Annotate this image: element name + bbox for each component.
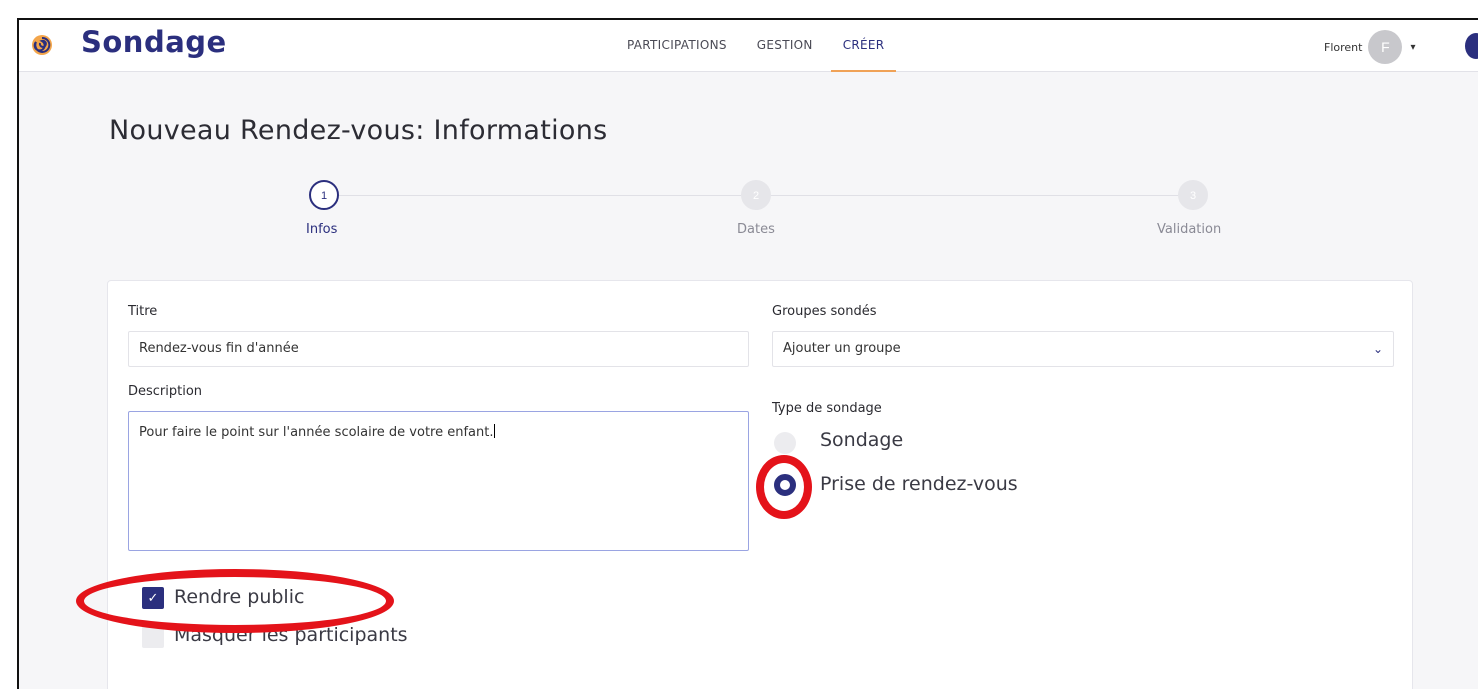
nav-participations[interactable]: PARTICIPATIONS — [615, 20, 739, 72]
rendre-public-checkbox[interactable]: ✓ — [142, 587, 164, 609]
step-1-circle[interactable]: 1 — [309, 180, 339, 210]
avatar: F — [1368, 30, 1403, 64]
radio-sondage-label[interactable]: Sondage — [820, 429, 903, 451]
brand-name[interactable]: Sondage — [81, 25, 227, 59]
chevron-down-icon: ⌄ — [1372, 342, 1383, 356]
step-2-label: Dates — [737, 222, 775, 237]
step-1-label: Infos — [306, 222, 338, 237]
description-textarea[interactable]: Pour faire le point sur l'année scolaire… — [128, 411, 749, 551]
spiral-logo-icon[interactable] — [31, 34, 53, 56]
masquer-participants-label[interactable]: Masquer les participants — [174, 624, 408, 646]
masquer-participants-checkbox[interactable] — [142, 626, 164, 648]
step-2-circle[interactable]: 2 — [741, 180, 771, 210]
chevron-down-icon: ▾ — [1410, 41, 1416, 53]
radio-sondage[interactable] — [774, 432, 796, 454]
user-menu[interactable]: Florent F ▾ — [1324, 30, 1415, 64]
groupes-placeholder: Ajouter un groupe — [783, 341, 901, 356]
nav-creer[interactable]: CRÉER — [830, 20, 897, 72]
step-3-label: Validation — [1157, 222, 1222, 237]
main-nav: PARTICIPATIONS GESTION CRÉER — [615, 20, 902, 72]
titre-label: Titre — [128, 304, 158, 319]
nav-gestion[interactable]: GESTION — [745, 20, 825, 72]
radio-prise-de-rendez-vous[interactable] — [774, 474, 796, 496]
step-3-circle[interactable]: 3 — [1178, 180, 1208, 210]
description-label: Description — [128, 384, 203, 399]
page-title: Nouveau Rendez-vous: Informations — [109, 115, 608, 146]
groupes-label: Groupes sondés — [772, 304, 877, 319]
user-name: Florent — [1324, 40, 1363, 54]
radio-prise-de-rendez-vous-label[interactable]: Prise de rendez-vous — [820, 473, 1018, 495]
description-text: Pour faire le point sur l'année scolaire… — [139, 425, 494, 440]
type-label: Type de sondage — [772, 401, 882, 416]
rendre-public-label[interactable]: Rendre public — [174, 586, 304, 608]
form-card: Titre Rendez-vous fin d'année Descriptio… — [76, 280, 1413, 689]
partial-circle-icon — [1465, 33, 1478, 59]
top-navbar: Sondage PARTICIPATIONS GESTION CRÉER Flo… — [19, 20, 1478, 72]
titre-input[interactable]: Rendez-vous fin d'année — [128, 331, 749, 367]
app-window: Sondage PARTICIPATIONS GESTION CRÉER Flo… — [17, 18, 1478, 689]
text-caret — [493, 424, 495, 438]
groupes-select[interactable]: Ajouter un groupe ⌄ — [772, 331, 1394, 367]
